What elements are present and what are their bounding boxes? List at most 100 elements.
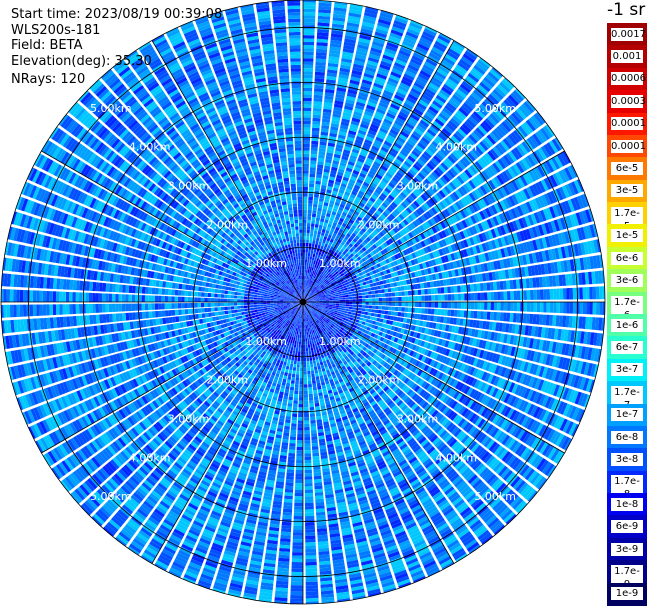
ppi-cell bbox=[358, 292, 362, 296]
ppi-cell bbox=[342, 306, 346, 309]
ppi-cell bbox=[303, 12, 316, 16]
ppi-cell bbox=[586, 302, 590, 315]
ppi-cell bbox=[350, 288, 355, 292]
ppi-cell bbox=[579, 287, 584, 300]
ppi-cell bbox=[303, 101, 312, 105]
ppi-cell bbox=[361, 288, 365, 293]
ppi-cell bbox=[496, 312, 501, 321]
ppi-cell bbox=[362, 302, 366, 305]
ppi-cell bbox=[305, 252, 308, 257]
ppi-cell bbox=[342, 304, 346, 307]
ppi-cell bbox=[303, 216, 307, 220]
ppi-cell bbox=[447, 302, 452, 309]
ppi-cell bbox=[343, 287, 348, 291]
ppi-cell bbox=[329, 297, 333, 299]
ppi-cell bbox=[314, 227, 319, 231]
ppi-cell bbox=[395, 296, 399, 302]
ppi-cell bbox=[329, 303, 333, 305]
ppi-cell bbox=[423, 314, 428, 321]
ppi-cell bbox=[480, 302, 485, 310]
ppi-cell bbox=[428, 302, 432, 308]
ppi-cell bbox=[363, 284, 368, 289]
ppi-cell bbox=[451, 302, 455, 309]
ppi-cell bbox=[308, 200, 313, 204]
ppi-cell bbox=[589, 286, 593, 300]
ppi-cell bbox=[355, 293, 359, 296]
ppi-cell bbox=[307, 206, 313, 211]
ppi-cell bbox=[339, 299, 343, 302]
ppi-cell bbox=[556, 302, 560, 314]
ppi-cell bbox=[474, 302, 478, 310]
ppi-cell bbox=[368, 291, 372, 295]
ppi-cell bbox=[383, 314, 388, 320]
ppi-cell bbox=[303, 219, 307, 224]
ppi-cell bbox=[304, 272, 306, 276]
ppi-cell bbox=[372, 298, 376, 302]
ppi-cell bbox=[509, 312, 514, 323]
ppi-cell bbox=[303, 160, 310, 164]
ppi-cell bbox=[530, 289, 534, 300]
ppi-cell bbox=[347, 311, 352, 315]
ppi-cell bbox=[307, 269, 310, 273]
ppi-cell bbox=[595, 286, 600, 300]
ppi-cell bbox=[493, 281, 498, 291]
ppi-cell bbox=[394, 292, 399, 297]
ppi-cell bbox=[470, 310, 475, 319]
ppi-cell bbox=[374, 309, 379, 314]
ppi-cell bbox=[417, 314, 421, 320]
ppi-cell bbox=[309, 233, 314, 237]
ppi-cell bbox=[424, 288, 428, 295]
ppi-cell bbox=[342, 299, 346, 302]
ppi-cell bbox=[437, 302, 442, 308]
ppi-cell bbox=[341, 310, 345, 313]
ppi-cell bbox=[371, 294, 376, 298]
ppi-cell bbox=[447, 286, 451, 294]
ppi-cell bbox=[308, 203, 313, 207]
ppi-cell bbox=[447, 294, 452, 301]
ppi-cell bbox=[338, 295, 343, 298]
ppi-cell bbox=[390, 315, 395, 321]
ppi-cell bbox=[470, 284, 474, 292]
ppi-cell bbox=[303, 2, 316, 6]
ppi-cell bbox=[303, 229, 307, 233]
ppi-cell bbox=[303, 91, 313, 95]
ppi-cell bbox=[407, 307, 412, 313]
ppi-cell bbox=[332, 300, 336, 302]
ppi-cell bbox=[437, 294, 442, 301]
ppi-cell bbox=[303, 130, 311, 135]
ppi-cell bbox=[559, 288, 564, 300]
ppi-cell bbox=[378, 297, 383, 302]
ppi-cell bbox=[303, 28, 315, 33]
ppi-cell bbox=[303, 173, 309, 177]
ppi-cell bbox=[490, 302, 495, 311]
ppi-cell bbox=[381, 306, 386, 310]
ppi-cell bbox=[516, 290, 521, 300]
ppi-cell bbox=[378, 302, 383, 306]
ppi-cell bbox=[404, 296, 409, 302]
ppi-cell bbox=[516, 313, 521, 323]
ppi-cell bbox=[384, 288, 389, 293]
ppi-cell bbox=[306, 262, 309, 267]
ppi-cell bbox=[549, 302, 554, 313]
ppi-cell bbox=[470, 302, 475, 310]
ppi-cell bbox=[441, 302, 445, 309]
ppi-cell bbox=[304, 262, 307, 266]
ppi-cell bbox=[308, 186, 314, 191]
ppi-cell bbox=[510, 302, 514, 312]
ppi-cell bbox=[314, 84, 324, 89]
ppi-cell bbox=[474, 292, 478, 301]
ppi-cell bbox=[303, 209, 307, 214]
ppi-cell bbox=[303, 166, 309, 171]
ppi-cell bbox=[536, 302, 541, 313]
ppi-cell bbox=[351, 293, 356, 297]
ppi-cell bbox=[311, 213, 317, 218]
ppi-cell bbox=[310, 226, 315, 231]
ppi-cell bbox=[335, 296, 340, 299]
ppi-cell bbox=[325, 297, 330, 300]
ppi-cell bbox=[308, 266, 311, 270]
ppi-cell bbox=[595, 302, 600, 315]
ppi-cell bbox=[355, 296, 359, 299]
ppi-cell bbox=[453, 285, 458, 293]
ppi-cell bbox=[516, 302, 521, 312]
ppi-cell bbox=[305, 275, 307, 280]
